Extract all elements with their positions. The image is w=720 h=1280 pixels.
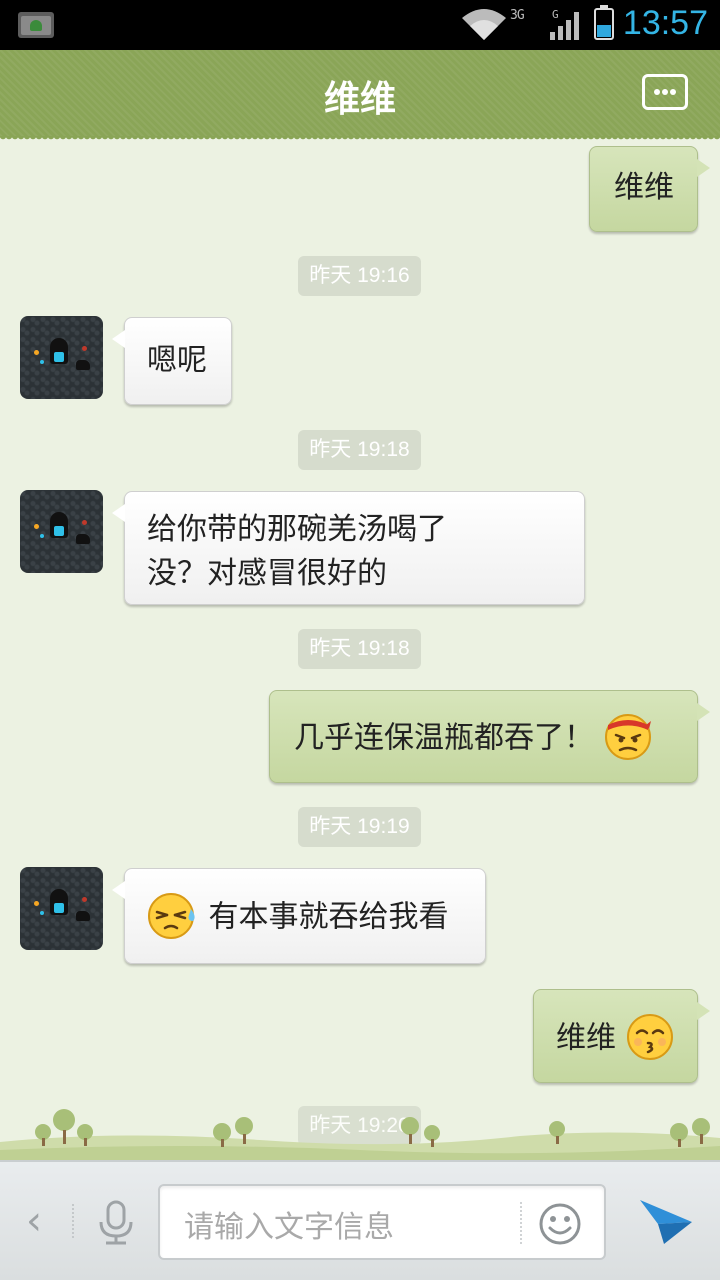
contact-avatar[interactable]: [20, 867, 103, 950]
dot-icon: [670, 89, 676, 95]
wifi-icon: [462, 9, 506, 40]
divider: [72, 1204, 74, 1238]
microphone-icon[interactable]: [96, 1200, 136, 1246]
message-input[interactable]: 请输入文字信息: [158, 1184, 606, 1260]
contact-avatar[interactable]: [20, 490, 103, 573]
message-input-bar: ‹ 请输入文字信息: [0, 1160, 720, 1280]
outgoing-message[interactable]: 维维: [589, 146, 710, 232]
more-options-button[interactable]: [642, 74, 688, 110]
status-bar: 3G G 13:57: [0, 0, 720, 50]
message-list[interactable]: 维维 昨天 19:16 嗯呢 昨天 19:18 给你带的那碗羌汤喝了 没？对感冒…: [0, 136, 720, 1160]
battery-icon: [594, 5, 614, 40]
contact-name-title: 维维: [323, 79, 396, 120]
chat-header: 维维: [0, 50, 720, 142]
message-text: 嗯呢: [147, 343, 207, 378]
timestamp-badge: 昨天 19:16: [298, 256, 421, 296]
contact-avatar[interactable]: [20, 316, 103, 399]
incoming-message[interactable]: 嗯呢: [112, 317, 232, 405]
message-text: 几乎连保温瓶都吞了！: [294, 720, 594, 756]
network-3g-label: 3G: [510, 8, 525, 23]
timestamp-badge: 昨天 19:19: [298, 807, 421, 847]
send-icon[interactable]: [638, 1196, 694, 1246]
message-text: 有本事就吞给我看: [208, 899, 449, 935]
network-type-indicator: 3G: [510, 8, 546, 40]
svg-text:G: G: [552, 8, 559, 21]
screenshot-notification-icon: [18, 12, 54, 38]
signal-icon: G: [550, 8, 579, 40]
kiss-emoji: [626, 1014, 673, 1060]
landscape-decoration: [0, 1109, 720, 1160]
incoming-message[interactable]: 有本事就吞给我看: [112, 868, 486, 964]
timestamp-badge: 昨天 19:18: [298, 629, 421, 669]
message-text: 维维: [614, 170, 674, 205]
timestamp-badge: 昨天 19:18: [298, 430, 421, 470]
smiley-icon[interactable]: [538, 1202, 582, 1246]
outgoing-message[interactable]: 几乎连保温瓶都吞了！: [269, 690, 710, 783]
dot-icon: [654, 89, 660, 95]
back-chevron-button[interactable]: ‹: [26, 1198, 42, 1244]
divider: [520, 1202, 522, 1244]
angry-headband-emoji: [604, 714, 651, 760]
sweat-emoji: [148, 893, 195, 939]
message-text-line: 给你带的那碗羌汤喝了: [147, 512, 447, 547]
incoming-message[interactable]: 给你带的那碗羌汤喝了 没？对感冒很好的: [112, 491, 585, 605]
outgoing-message[interactable]: 维维: [533, 989, 710, 1083]
clock: 13:57: [622, 4, 708, 42]
message-text-line: 没？对感冒很好的: [147, 556, 387, 591]
message-text: 维维: [556, 1020, 616, 1056]
dot-icon: [662, 89, 668, 95]
input-placeholder: 请输入文字信息: [184, 1210, 394, 1245]
